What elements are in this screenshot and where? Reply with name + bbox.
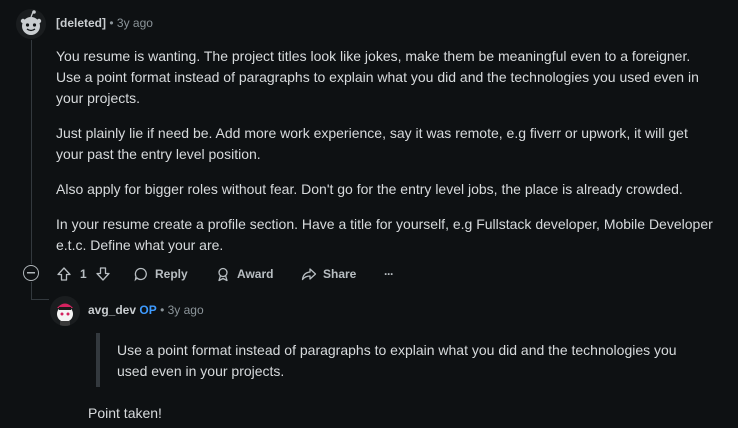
more-options-button[interactable]: ··· [384,267,394,281]
blockquote-bar [96,333,100,387]
vote-group: 1 [56,266,111,282]
meta-separator: • [160,303,168,317]
comment-paragraph: Also apply for bigger roles without fear… [56,181,683,197]
share-label: Share [323,267,357,281]
op-badge: OP [139,303,157,317]
thread-line-reply-elbow [31,299,49,300]
thread-line-reply-connector [31,282,32,300]
reply-text: Point taken! [88,405,162,421]
comment-meta: [deleted] • 3y ago [56,16,153,30]
minus-icon [27,272,35,274]
award-button[interactable]: Award [215,266,273,282]
share-button[interactable]: Share [301,266,356,282]
reply-label: Reply [155,267,188,281]
meta-separator: • [109,16,117,30]
comment-paragraph: Just plainly lie if need be. Add more wo… [56,125,688,162]
snoo-icon [20,10,42,35]
comment-author: [deleted] [56,16,107,30]
upvote-icon[interactable] [56,266,72,282]
avg-dev-avatar[interactable] [50,296,80,326]
reply-quote-text: Use a point format instead of paragraphs… [117,342,677,379]
speech-bubble-icon [134,267,147,282]
ellipsis-icon: ··· [384,267,394,281]
comment-timestamp[interactable]: 3y ago [117,16,153,30]
reply-author[interactable]: avg_dev [88,303,136,317]
thread-line-main [31,40,32,264]
comment-paragraph: In your resume create a profile section.… [56,216,713,253]
snoo-avatar-icon [57,303,73,326]
downvote-icon[interactable] [95,266,111,282]
share-icon [301,268,317,281]
comment-body: You resume is wanting. The project title… [56,46,716,270]
award-label: Award [237,267,274,281]
reply-button[interactable]: Reply [133,266,188,282]
reply-meta: avg_dev OP • 3y ago [88,303,204,317]
collapse-thread-button[interactable] [23,265,39,281]
reply-timestamp[interactable]: 3y ago [168,303,204,317]
deleted-user-avatar[interactable] [16,9,46,39]
vote-count: 1 [80,267,87,281]
award-icon [218,267,228,282]
comment-paragraph: You resume is wanting. The project title… [56,48,699,106]
